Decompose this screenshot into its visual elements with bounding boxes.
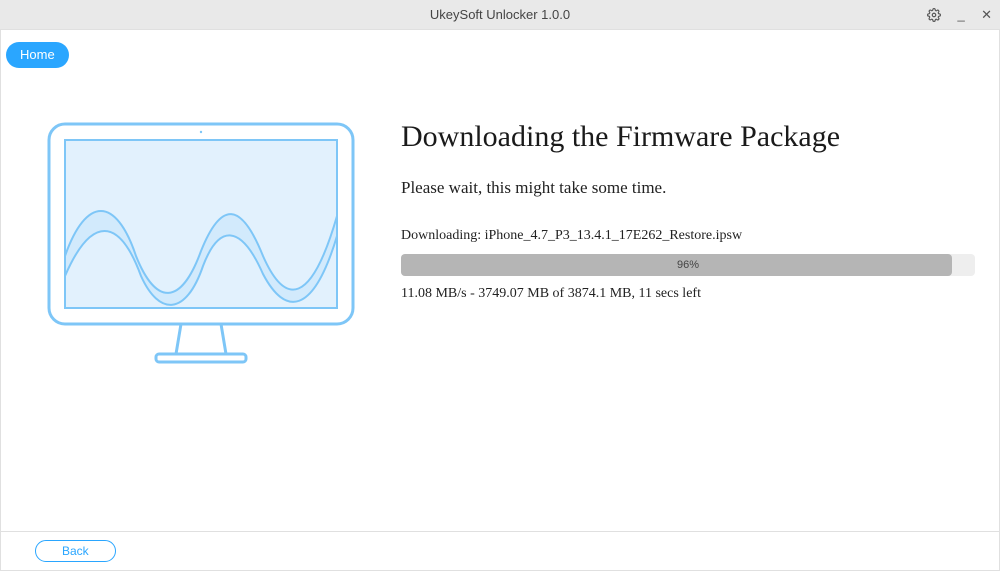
download-panel: Downloading the Firmware Package Please … <box>401 120 975 302</box>
page-heading: Downloading the Firmware Package <box>401 120 975 154</box>
back-button[interactable]: Back <box>35 540 116 562</box>
titlebar: UkeySoft Unlocker 1.0.0 _ ✕ <box>0 0 1000 30</box>
content-area: Home Downloading the Firmware Package Pl… <box>0 30 1000 532</box>
footer-bar: Back <box>0 531 1000 571</box>
progress-stats: 11.08 MB/s - 3749.07 MB of 3874.1 MB, 11… <box>401 286 975 302</box>
download-filename: iPhone_4.7_P3_13.4.1_17E262_Restore.ipsw <box>485 228 742 243</box>
settings-icon[interactable] <box>927 8 941 22</box>
close-icon[interactable]: ✕ <box>981 7 992 23</box>
page-subheading: Please wait, this might take some time. <box>401 178 975 198</box>
app-title: UkeySoft Unlocker 1.0.0 <box>0 7 1000 22</box>
progress-percent-label: 96% <box>401 254 975 276</box>
home-button[interactable]: Home <box>6 42 69 68</box>
minimize-icon[interactable]: _ <box>955 0 967 30</box>
monitor-illustration <box>41 116 361 376</box>
progress-bar: 96% <box>401 254 975 276</box>
window-controls: _ ✕ <box>927 0 992 30</box>
download-prefix: Downloading: <box>401 228 481 243</box>
download-file-line: Downloading: iPhone_4.7_P3_13.4.1_17E262… <box>401 228 975 244</box>
